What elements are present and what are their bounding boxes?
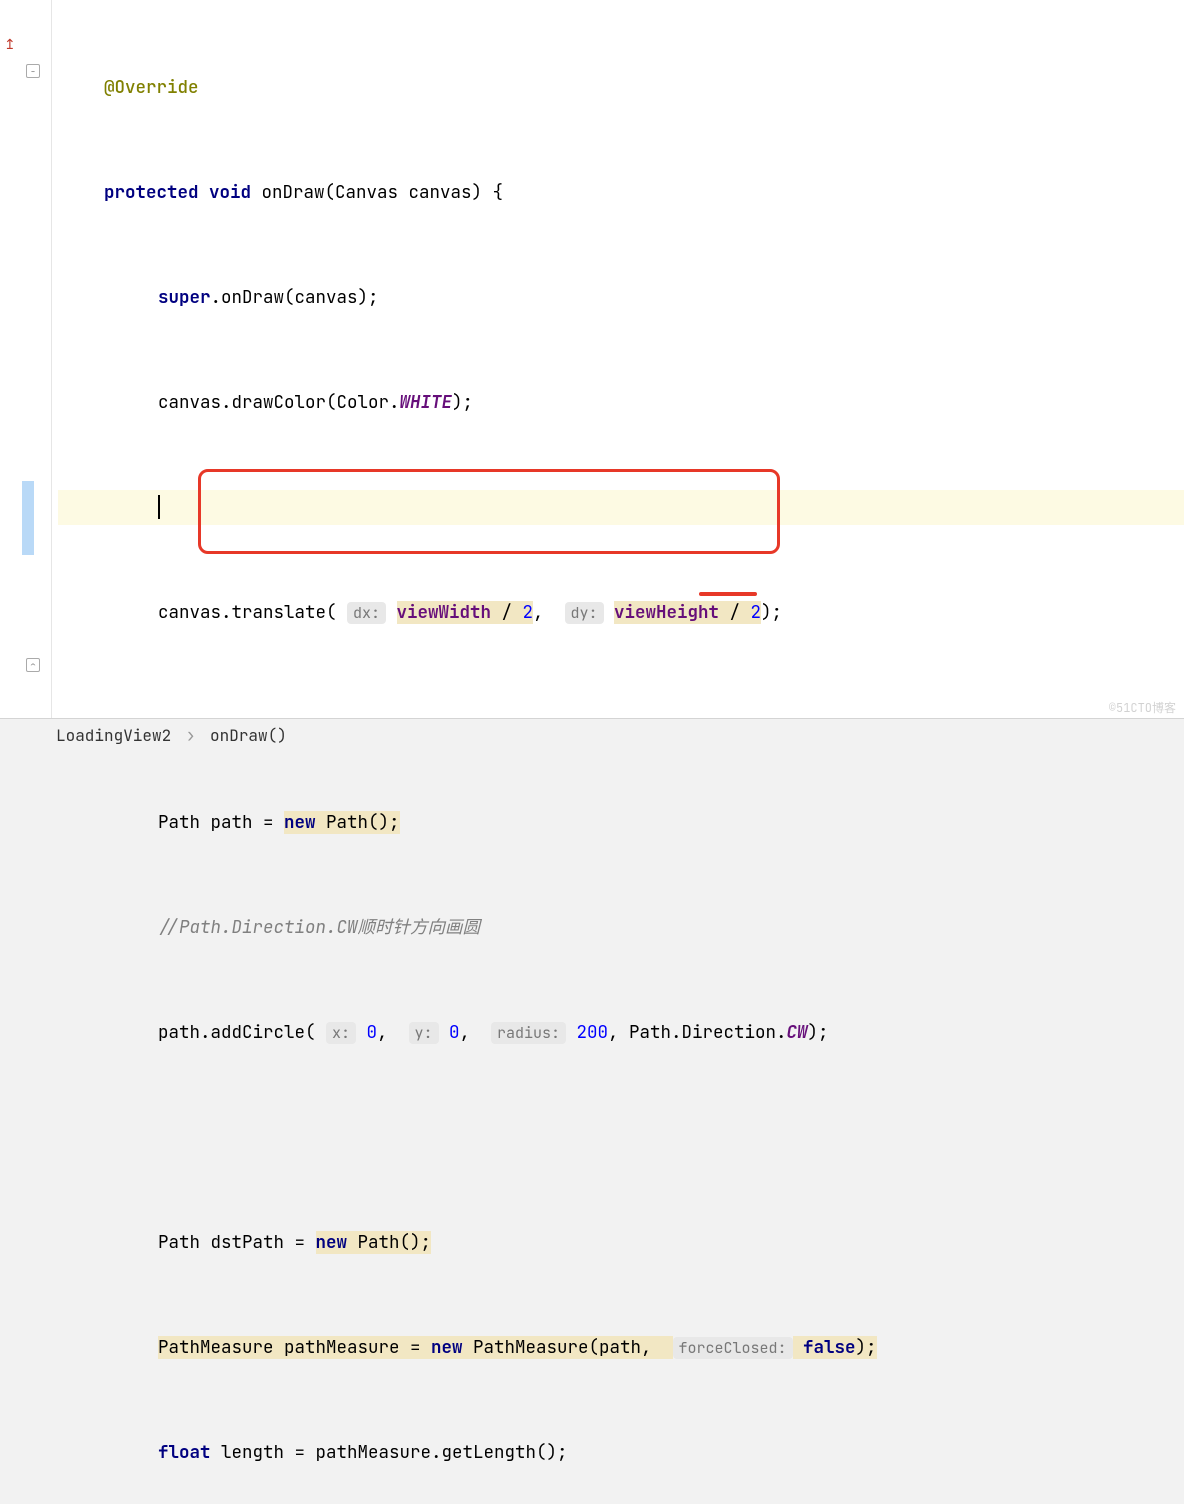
hint-y: y: (409, 1022, 439, 1044)
new2: new (316, 1231, 348, 1254)
fold-icon[interactable]: − (26, 64, 40, 78)
new3: new (431, 1336, 463, 1359)
addcircle-pre: path.addCircle( (158, 1021, 326, 1044)
path-ctor: Path(); (316, 811, 400, 834)
dst-decl: Path dstPath = (158, 1231, 316, 1254)
pm-decl: PathMeasure pathMeasure = (158, 1336, 431, 1359)
cw-const: CW (787, 1021, 808, 1044)
two1: 2 (523, 601, 534, 624)
keyword-super: super (158, 286, 211, 309)
hint-forceclosed: forceClosed: (673, 1337, 793, 1359)
gutter-left: ↥ (0, 0, 20, 718)
len-rest: length = pathMeasure.getLength(); (211, 1441, 568, 1464)
change-marker (22, 481, 34, 555)
pm-end: ); (856, 1336, 877, 1359)
viewheight: viewHeight (614, 601, 719, 624)
div2: / (719, 601, 751, 624)
c-y: , (460, 1021, 492, 1044)
comment-cw: //Path.Direction.CW顺时针方向画圆 (158, 916, 480, 939)
addcircle-end: ); (808, 1021, 829, 1044)
false: false (803, 1336, 856, 1359)
annotation: @Override (104, 76, 199, 99)
dst-ctor: Path(); (347, 1231, 431, 1254)
code-area[interactable]: @Override protected void onDraw(Canvas c… (52, 0, 1184, 718)
float1: float (158, 1441, 211, 1464)
fold-end-icon[interactable]: ⌃ (26, 658, 40, 672)
keyword-void: void (209, 181, 251, 204)
watermark: ©51CTO博客 (1109, 699, 1176, 716)
new1: new (284, 811, 316, 834)
hint-radius: radius: (491, 1022, 566, 1044)
radius-200: 200 (577, 1021, 609, 1044)
two2: 2 (751, 601, 762, 624)
drawcolor-post: ); (452, 391, 473, 414)
text-caret (158, 495, 160, 519)
comma1: , (533, 601, 565, 624)
color-white: WHITE (400, 391, 453, 414)
pm-mid: PathMeasure(path, (463, 1336, 673, 1359)
hint-dx: dx: (347, 602, 386, 624)
c-r: , Path.Direction. (608, 1021, 787, 1044)
path-decl: Path path = (158, 811, 284, 834)
keyword-protected: protected (104, 181, 199, 204)
method-params: (Canvas canvas) { (325, 181, 504, 204)
y-zero: 0 (449, 1021, 460, 1044)
x-zero: 0 (367, 1021, 378, 1044)
viewwidth: viewWidth (397, 601, 492, 624)
method-name: onDraw (262, 181, 325, 204)
hint-x: x: (326, 1022, 356, 1044)
drawcolor-pre: canvas.drawColor(Color. (158, 391, 400, 414)
div1: / (491, 601, 523, 624)
translate-pre: canvas.translate( (158, 601, 347, 624)
c-x: , (377, 1021, 409, 1044)
hint-dy: dy: (565, 602, 604, 624)
super-call: .onDraw(canvas); (211, 286, 379, 309)
gutter-icons: − ⌃ (20, 0, 52, 718)
translate-end: ); (761, 601, 782, 624)
code-editor[interactable]: ↥ − ⌃ @Override protected void onDraw(Ca… (0, 0, 1184, 718)
vcs-arrow-icon: ↥ (4, 36, 16, 54)
